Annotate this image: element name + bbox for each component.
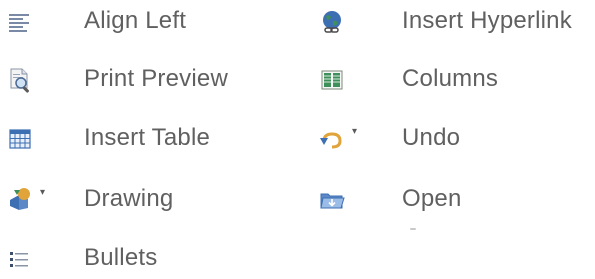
undo-button[interactable]: ▾ Undo (318, 119, 460, 159)
drawing-icon (6, 186, 34, 214)
columns-label: Columns (402, 65, 499, 92)
insert-table-label: Insert Table (84, 124, 211, 151)
print-preview-label: Print Preview (84, 65, 228, 92)
decorative-mark (410, 228, 416, 230)
bullets-label: Bullets (84, 244, 158, 271)
undo-dropdown-arrow-icon[interactable]: ▾ (352, 126, 357, 137)
bullets-icon (6, 245, 34, 273)
drawing-button[interactable]: ▾ Drawing (6, 180, 173, 220)
insert-hyperlink-label: Insert Hyperlink (402, 7, 572, 34)
drawing-dropdown-arrow-icon[interactable]: ▾ (40, 187, 45, 198)
undo-label: Undo (402, 124, 461, 151)
insert-table-icon (6, 125, 34, 153)
bullets-button[interactable]: Bullets (6, 239, 157, 279)
undo-icon (318, 125, 346, 153)
open-button[interactable]: Open (318, 180, 461, 220)
columns-icon (318, 66, 346, 94)
print-preview-button[interactable]: Print Preview (6, 60, 228, 100)
align-left-button[interactable]: Align Left (6, 2, 186, 42)
align-left-icon (6, 8, 34, 36)
insert-hyperlink-button[interactable]: Insert Hyperlink (318, 2, 572, 42)
print-preview-icon (6, 66, 34, 94)
align-left-label: Align Left (84, 7, 187, 34)
drawing-label: Drawing (84, 185, 174, 212)
insert-table-button[interactable]: Insert Table (6, 119, 210, 159)
columns-button[interactable]: Columns (318, 60, 498, 100)
open-label: Open (402, 185, 462, 212)
open-folder-icon (318, 186, 346, 214)
hyperlink-globe-icon (318, 8, 346, 36)
